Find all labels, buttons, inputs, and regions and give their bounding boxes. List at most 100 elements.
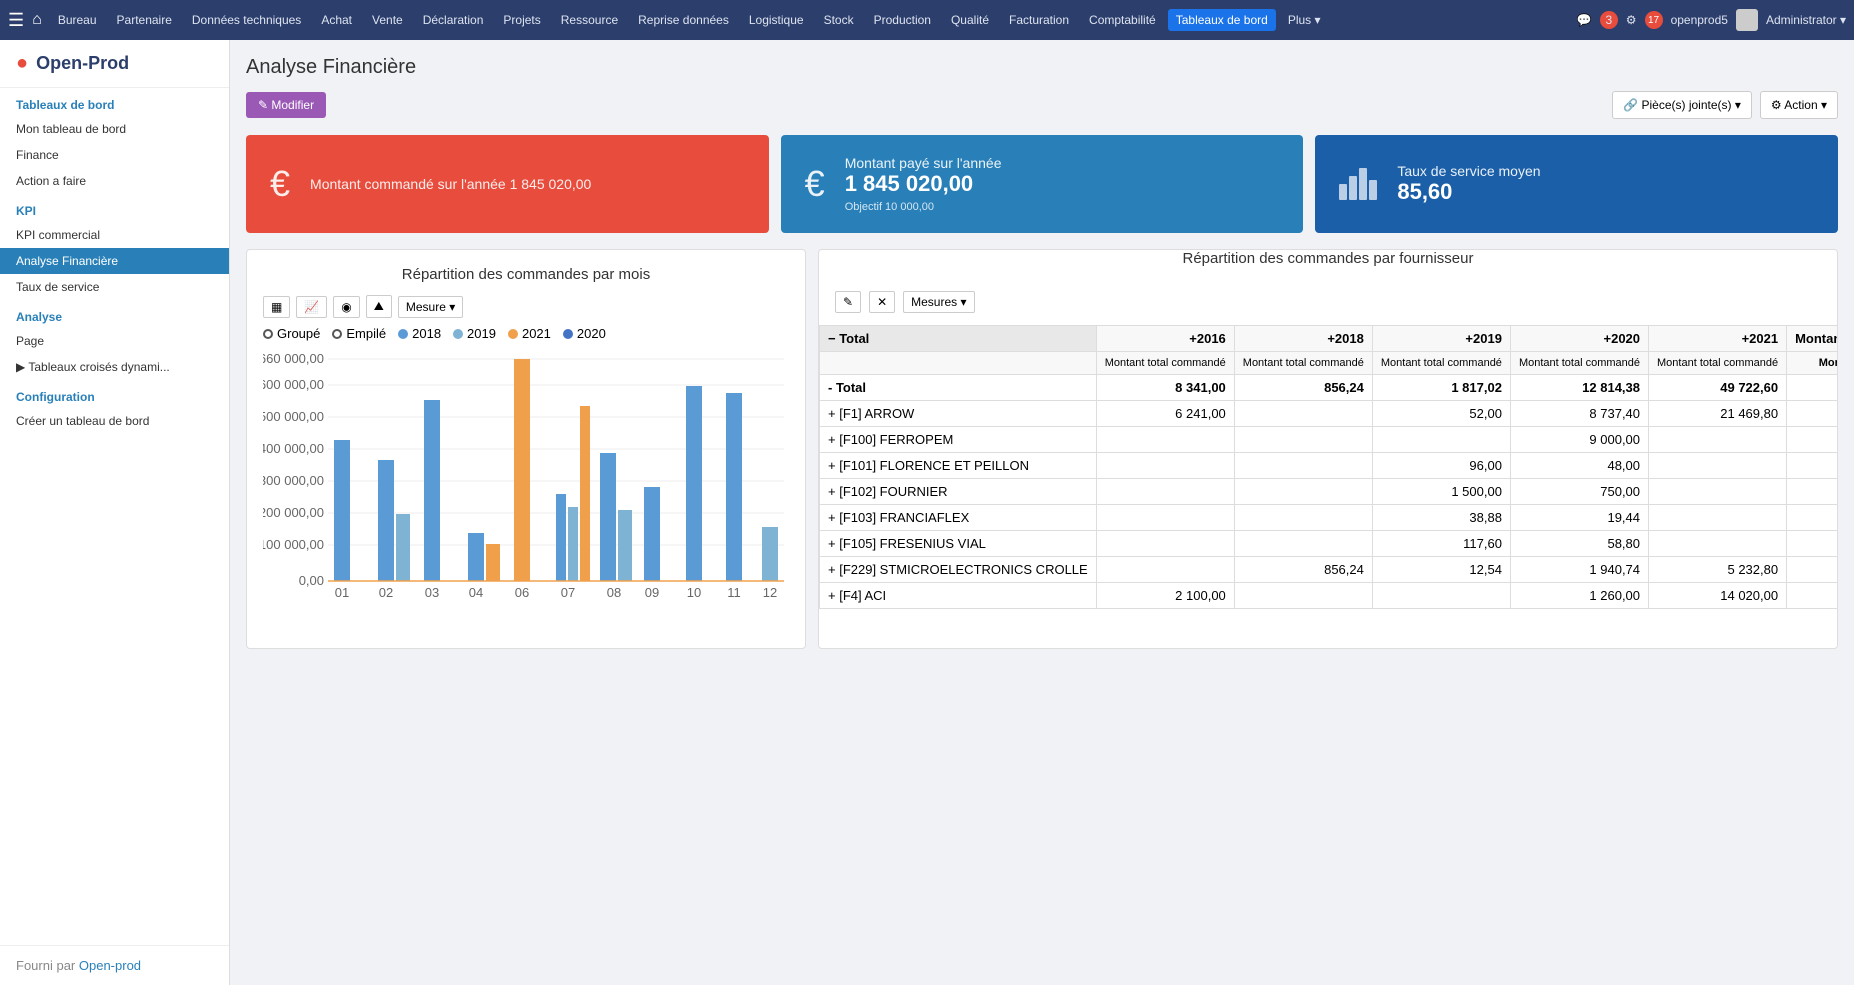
chart-bar-icon-btn[interactable]: ▦ <box>263 296 290 318</box>
kpi-text-commande: Montant commandé sur l'année 1 845 020,0… <box>310 176 591 192</box>
row-fresenius-2019: 117,60 <box>1372 531 1510 557</box>
pieces-jointes-button[interactable]: 🔗 Pièce(s) jointe(s) ▾ <box>1612 91 1752 119</box>
row-stm-label: + [F229] STMICROELECTRONICS CROLLE <box>820 557 1097 583</box>
col-2021[interactable]: +2021 <box>1649 326 1787 352</box>
sidebar-item-mon-tableau[interactable]: Mon tableau de bord <box>0 116 229 142</box>
bar-chart-toolbar: ▦ 📈 ◉ ⛰ Mesure ▾ <box>263 295 789 318</box>
row-franciaflex-2019: 38,88 <box>1372 505 1510 531</box>
supplier-table-title: Répartition des commandes par fournisseu… <box>819 250 1837 267</box>
nav-partenaire[interactable]: Partenaire <box>109 9 180 31</box>
sidebar-item-analyse-financiere[interactable]: Analyse Financière <box>0 248 229 274</box>
col-2020[interactable]: +2020 <box>1510 326 1648 352</box>
row-franciaflex-total: 58,32 <box>1787 505 1838 531</box>
svg-text:500 000,00: 500 000,00 <box>263 409 324 424</box>
sidebar-item-action-faire[interactable]: Action a faire <box>0 168 229 194</box>
col-2018[interactable]: +2018 <box>1234 326 1372 352</box>
bar-07-2021 <box>580 406 590 581</box>
row-aci-2018 <box>1234 583 1372 609</box>
euro-icon-2: € <box>805 163 825 205</box>
legend-groupe: Groupé <box>263 326 320 341</box>
home-icon[interactable]: ⌂ <box>32 11 42 29</box>
mesures-button[interactable]: Mesures ▾ <box>903 291 974 313</box>
col-2016[interactable]: +2016 <box>1096 326 1234 352</box>
bar-2 <box>1349 176 1357 200</box>
sidebar-item-tableaux-croises[interactable]: ▶ Tableaux croisés dynami... <box>0 354 229 380</box>
notification-badge[interactable]: 3 <box>1600 11 1618 29</box>
nav-qualite[interactable]: Qualité <box>943 9 997 31</box>
nav-reprise-donnees[interactable]: Reprise données <box>630 9 737 31</box>
sidebar-item-finance[interactable]: Finance <box>0 142 229 168</box>
nav-vente[interactable]: Vente <box>364 9 411 31</box>
kpi-label-commande: Montant commandé sur l'année 1 845 020,0… <box>310 176 591 192</box>
bar-04-2021 <box>486 544 500 581</box>
nav-stock[interactable]: Stock <box>816 9 862 31</box>
nav-bureau[interactable]: Bureau <box>50 9 105 31</box>
chat-icon[interactable]: 💬 <box>1577 13 1592 27</box>
row-fresenius-2021 <box>1649 531 1787 557</box>
sidebar-item-kpi-commercial[interactable]: KPI commercial <box>0 222 229 248</box>
subheader-2019: Montant total commandé <box>1372 352 1510 375</box>
col-total: Montant total commandé <box>1787 326 1838 352</box>
sidebar-item-page[interactable]: Page <box>0 328 229 354</box>
settings-badge: 17 <box>1645 11 1663 29</box>
nav-projets[interactable]: Projets <box>495 9 548 31</box>
username[interactable]: openprod5 <box>1671 13 1728 27</box>
nav-tableaux-de-bord[interactable]: Tableaux de bord <box>1168 9 1276 31</box>
nav-comptabilite[interactable]: Comptabilité <box>1081 9 1164 31</box>
nav-ressource[interactable]: Ressource <box>553 9 626 31</box>
row-fresenius-total: 176,40 <box>1787 531 1838 557</box>
sidebar-item-creer-tableau[interactable]: Créer un tableau de bord <box>0 408 229 434</box>
bar-4 <box>1369 180 1377 200</box>
row-franciaflex-2021 <box>1649 505 1787 531</box>
sidebar-section-analyse: Analyse <box>0 300 229 328</box>
action-button[interactable]: ⚙ Action ▾ <box>1760 91 1838 119</box>
sidebar-footer-link[interactable]: Open-prod <box>79 958 141 973</box>
modifier-button[interactable]: ✎ Modifier <box>246 92 326 118</box>
row-aci-2016: 2 100,00 <box>1096 583 1234 609</box>
legend-2021: 2021 <box>508 326 551 341</box>
row-florence-total: 144,00 <box>1787 453 1838 479</box>
svg-text:10: 10 <box>687 585 701 600</box>
chart-pie-icon-btn[interactable]: ◉ <box>333 296 359 318</box>
subheader-2021: Montant total commandé <box>1649 352 1787 375</box>
chart-area-icon-btn[interactable]: ⛰ <box>366 295 392 318</box>
nav-facturation[interactable]: Facturation <box>1001 9 1077 31</box>
row-stm-2016 <box>1096 557 1234 583</box>
nav-plus[interactable]: Plus ▾ <box>1280 9 1329 31</box>
svg-text:12: 12 <box>763 585 777 600</box>
nav-declaration[interactable]: Déclaration <box>415 9 492 31</box>
bar-02-2018 <box>378 460 394 581</box>
kpi-row: € Montant commandé sur l'année 1 845 020… <box>246 135 1838 233</box>
legend-label-2021: 2021 <box>522 326 551 341</box>
total-2021: 49 722,60 <box>1649 375 1787 401</box>
nav-logistique[interactable]: Logistique <box>741 9 812 31</box>
svg-text:01: 01 <box>335 585 349 600</box>
legend-2018: 2018 <box>398 326 441 341</box>
bar-3 <box>1359 168 1367 200</box>
row-florence-2019: 96,00 <box>1372 453 1510 479</box>
subheader-2016: Montant total commandé <box>1096 352 1234 375</box>
legend-dot-2021 <box>508 329 518 339</box>
row-aci-total: 17 380,00 <box>1787 583 1838 609</box>
sidebar-section-tableaux: Tableaux de bord <box>0 88 229 116</box>
nav-donnees-techniques[interactable]: Données techniques <box>184 9 309 31</box>
svg-text:06: 06 <box>515 585 529 600</box>
settings-icon[interactable]: ⚙ <box>1626 13 1637 27</box>
legend-label-empile: Empilé <box>346 326 386 341</box>
mesure-button[interactable]: Mesure ▾ <box>398 296 463 318</box>
sidebar-item-taux-service[interactable]: Taux de service <box>0 274 229 300</box>
chart-line-icon-btn[interactable]: 📈 <box>296 296 327 318</box>
top-navigation: ☰ ⌂ Bureau Partenaire Données techniques… <box>0 0 1854 40</box>
row-arrow-2016: 6 241,00 <box>1096 401 1234 427</box>
edit-chart-btn[interactable]: ✎ <box>835 291 861 313</box>
col-2019[interactable]: +2019 <box>1372 326 1510 352</box>
row-fournier-label: + [F102] FOURNIER <box>820 479 1097 505</box>
nav-achat[interactable]: Achat <box>313 9 360 31</box>
user-role[interactable]: Administrator ▾ <box>1766 13 1846 27</box>
kpi-value-paye: 1 845 020,00 <box>845 171 1002 197</box>
sidebar: ● Open-Prod Tableaux de bord Mon tableau… <box>0 40 230 985</box>
main-content: Analyse Financière ✎ Modifier 🔗 Pièce(s)… <box>230 40 1854 985</box>
hamburger-icon[interactable]: ☰ <box>8 10 24 31</box>
close-chart-btn[interactable]: ✕ <box>869 291 895 313</box>
nav-production[interactable]: Production <box>866 9 939 31</box>
